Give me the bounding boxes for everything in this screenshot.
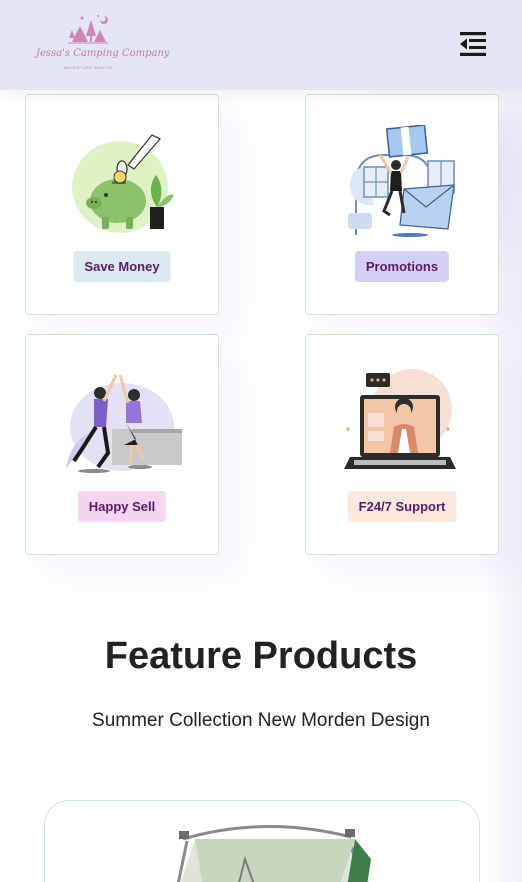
logo-name: Jessa's Camping Company	[36, 48, 170, 59]
feature-label-support: F24/7 Support	[347, 491, 457, 522]
feature-box-save-money: Save Money	[25, 94, 219, 315]
piggy-bank-illustration	[72, 134, 174, 233]
product-card[interactable]	[44, 800, 480, 882]
feature-box-support: F24/7 Support	[305, 334, 499, 555]
feature-label-promotions: Promotions	[354, 251, 450, 282]
tent-product-image	[176, 825, 371, 882]
support-laptop-illustration	[344, 369, 456, 469]
brand-logo[interactable]: Jessa's Camping Company ADVENTURE AWAITS	[36, 12, 170, 74]
high-five-illustration	[66, 374, 182, 473]
feature-label-happy-sell: Happy Sell	[77, 491, 167, 522]
feature-box-promotions: Promotions	[305, 94, 499, 315]
logo-tagline: ADVENTURE AWAITS	[63, 65, 113, 70]
section-title: Feature Products	[104, 635, 418, 677]
menu-toggle-icon	[460, 32, 486, 56]
feature-label-save-money: Save Money	[73, 251, 171, 282]
site-header: Jessa's Camping Company ADVENTURE AWAITS	[0, 0, 522, 90]
promotion-illustration	[348, 125, 455, 237]
feature-box-happy-sell: Happy Sell	[25, 334, 219, 555]
tent-logo-icon	[68, 15, 108, 44]
menu-toggle-button[interactable]	[458, 30, 488, 58]
section-subtitle: Summer Collection New Morden Design	[92, 710, 430, 731]
